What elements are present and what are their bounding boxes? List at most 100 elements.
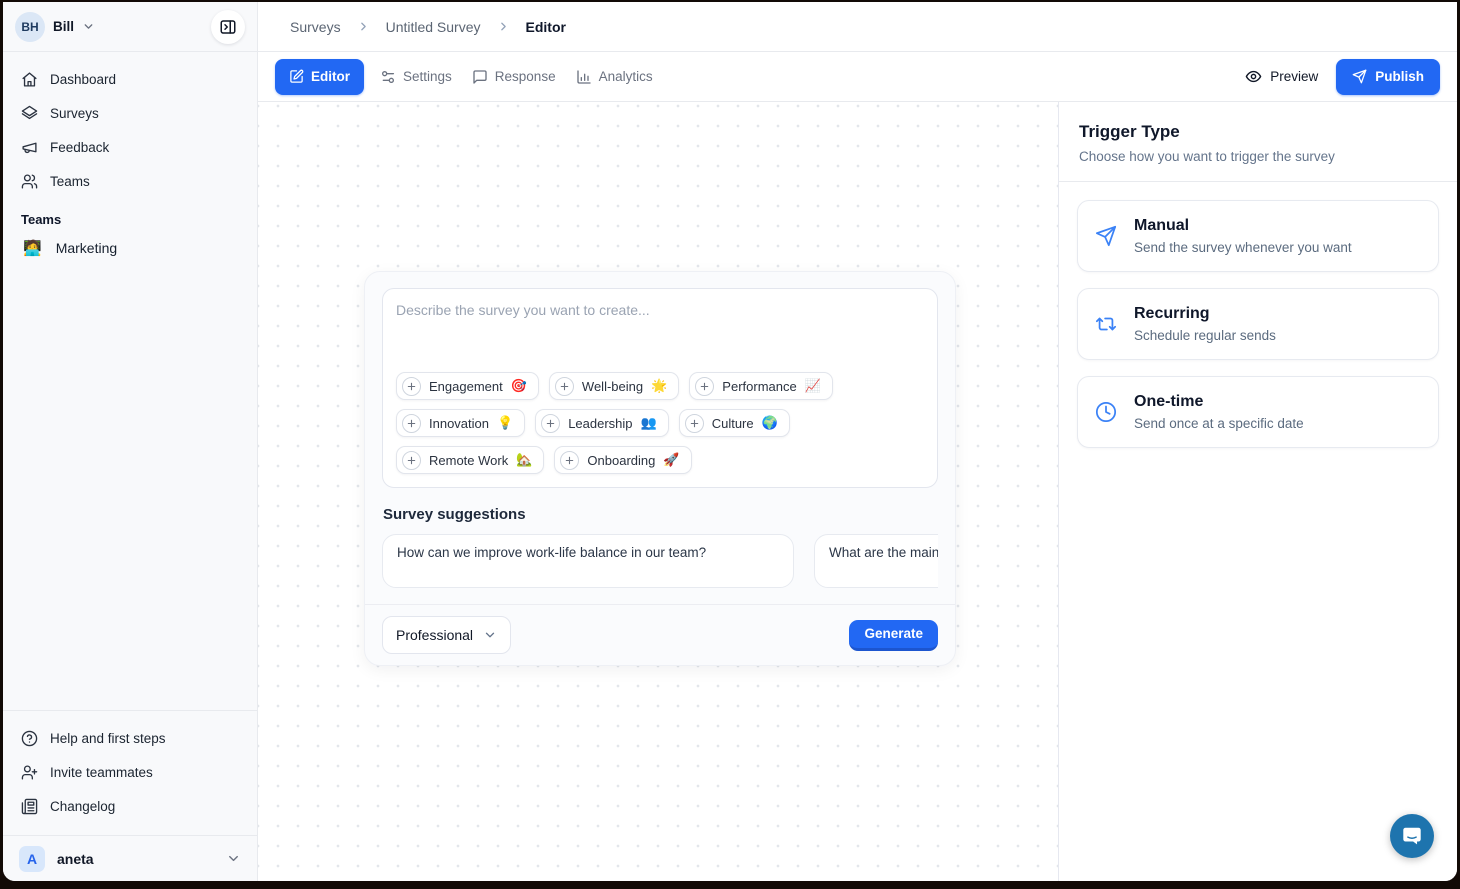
trigger-option-title: Manual [1134,217,1352,235]
chip-engagement[interactable]: Engagement 🎯 [396,372,539,400]
tab-settings[interactable]: Settings [370,59,462,95]
tone-select[interactable]: Professional [382,616,511,654]
trigger-option-title: Recurring [1134,305,1276,323]
breadcrumb-untitled-survey[interactable]: Untitled Survey [386,19,481,35]
tab-editor[interactable]: Editor [275,59,364,95]
sidebar-item-changelog[interactable]: Changelog [13,789,247,823]
rocket-emoji-icon: 🚀 [663,452,679,468]
help-circle-icon [21,730,38,747]
tab-response[interactable]: Response [462,59,566,95]
trigger-option-title: One-time [1134,393,1304,411]
trigger-option-texts: One-time Send once at a specific date [1134,393,1304,431]
repeat-icon [1095,313,1117,335]
sidebar-footer-nav: Help and first steps Invite teammates Ch… [3,710,257,827]
chip-label: Onboarding [587,453,655,468]
chevron-down-icon [82,20,95,33]
chip-performance[interactable]: Performance 📈 [689,372,833,400]
send-icon [1352,69,1367,84]
sidebar-collapse-button[interactable] [211,10,245,44]
plus-icon [685,414,704,433]
chevron-right-icon [357,20,370,33]
plus-icon [402,414,421,433]
chip-label: Performance [722,379,796,394]
chip-well-being[interactable]: Well-being 🌟 [549,372,679,400]
chip-leadership[interactable]: Leadership 👥 [535,409,669,437]
chip-label: Innovation [429,416,489,431]
tab-label: Analytics [599,69,653,84]
composer-body: Engagement 🎯 Well-being 🌟 [365,272,955,588]
topic-chips: Engagement 🎯 Well-being 🌟 [396,366,924,474]
trigger-option-texts: Recurring Schedule regular sends [1134,305,1276,343]
sidebar-nav: Dashboard Surveys Feedback Teams [3,52,257,198]
composer-footer: Professional Generate [365,604,955,665]
send-icon [1095,225,1117,247]
sidebar-item-team-marketing[interactable]: 🧑‍💻 Marketing [13,231,247,265]
user-menu[interactable]: A aneta [3,835,257,881]
plus-icon [402,451,421,470]
toolbar-actions: Preview Publish [1245,59,1440,95]
editor-toolbar: Editor Settings Response Analytics [258,52,1457,102]
suggestion-card[interactable]: What are the main ob [814,534,938,588]
generate-button[interactable]: Generate [849,620,938,651]
users-icon [21,173,38,190]
tone-value: Professional [396,627,473,643]
publish-button[interactable]: Publish [1336,59,1440,95]
trigger-option-description: Send once at a specific date [1134,416,1304,431]
plus-icon [560,451,579,470]
technologist-emoji-icon: 🧑‍💻 [23,239,42,257]
team-label: Marketing [56,240,117,256]
sidebar-item-invite[interactable]: Invite teammates [13,755,247,789]
sidebar-item-label: Feedback [50,140,109,155]
sidebar-item-help[interactable]: Help and first steps [13,721,247,755]
chat-bubble-icon [1401,825,1423,847]
chip-onboarding[interactable]: Onboarding 🚀 [554,446,691,474]
trigger-option-description: Send the survey whenever you want [1134,240,1352,255]
workspace-switcher[interactable]: BH Bill [3,2,257,52]
preview-button[interactable]: Preview [1245,68,1318,85]
trigger-option-manual[interactable]: Manual Send the survey whenever you want [1077,200,1439,272]
tab-label: Response [495,69,556,84]
plus-icon [541,414,560,433]
target-emoji-icon: 🎯 [511,378,527,394]
chat-widget-button[interactable] [1390,814,1434,858]
home-icon [21,71,38,88]
user-avatar: A [19,846,45,872]
tab-label: Editor [311,69,350,84]
chip-label: Leadership [568,416,632,431]
chip-culture[interactable]: Culture 🌍 [679,409,790,437]
chip-label: Remote Work [429,453,508,468]
sidebar-item-dashboard[interactable]: Dashboard [13,62,247,96]
breadcrumb-surveys[interactable]: Surveys [290,19,341,35]
trigger-panel-header: Trigger Type Choose how you want to trig… [1059,102,1457,182]
main-column: Surveys Untitled Survey Editor Editor [258,2,1457,881]
sidebar-item-teams[interactable]: Teams [13,164,247,198]
chevron-down-icon [483,628,497,642]
sidebar-item-feedback[interactable]: Feedback [13,130,247,164]
panel-right-icon [219,18,237,36]
workspace-name: Bill [53,19,74,34]
trigger-option-recurring[interactable]: Recurring Schedule regular sends [1077,288,1439,360]
editor-canvas: Engagement 🎯 Well-being 🌟 [258,102,1058,881]
globe-emoji-icon: 🌍 [762,415,778,431]
sidebar-item-label: Surveys [50,106,99,121]
preview-label: Preview [1270,69,1318,84]
chip-label: Culture [712,416,754,431]
trigger-option-description: Schedule regular sends [1134,328,1276,343]
sidebar-item-surveys[interactable]: Surveys [13,96,247,130]
trigger-option-one-time[interactable]: One-time Send once at a specific date [1077,376,1439,448]
star-emoji-icon: 🌟 [651,378,667,394]
trigger-panel-subtitle: Choose how you want to trigger the surve… [1079,149,1437,164]
trigger-panel-title: Trigger Type [1079,122,1437,142]
chip-innovation[interactable]: Innovation 💡 [396,409,525,437]
chip-remote-work[interactable]: Remote Work 🏡 [396,446,544,474]
suggestion-card[interactable]: How can we improve work-life balance in … [382,534,794,588]
sidebar-item-label: Teams [50,174,90,189]
newspaper-icon [21,798,38,815]
sidebar-item-label: Invite teammates [50,765,153,780]
plus-icon [555,377,574,396]
breadcrumb-bar: Surveys Untitled Survey Editor [258,2,1457,52]
suggestions-title: Survey suggestions [382,488,938,534]
survey-description-input[interactable] [396,302,924,366]
tab-analytics[interactable]: Analytics [566,59,663,95]
content-row: Engagement 🎯 Well-being 🌟 [258,102,1457,881]
